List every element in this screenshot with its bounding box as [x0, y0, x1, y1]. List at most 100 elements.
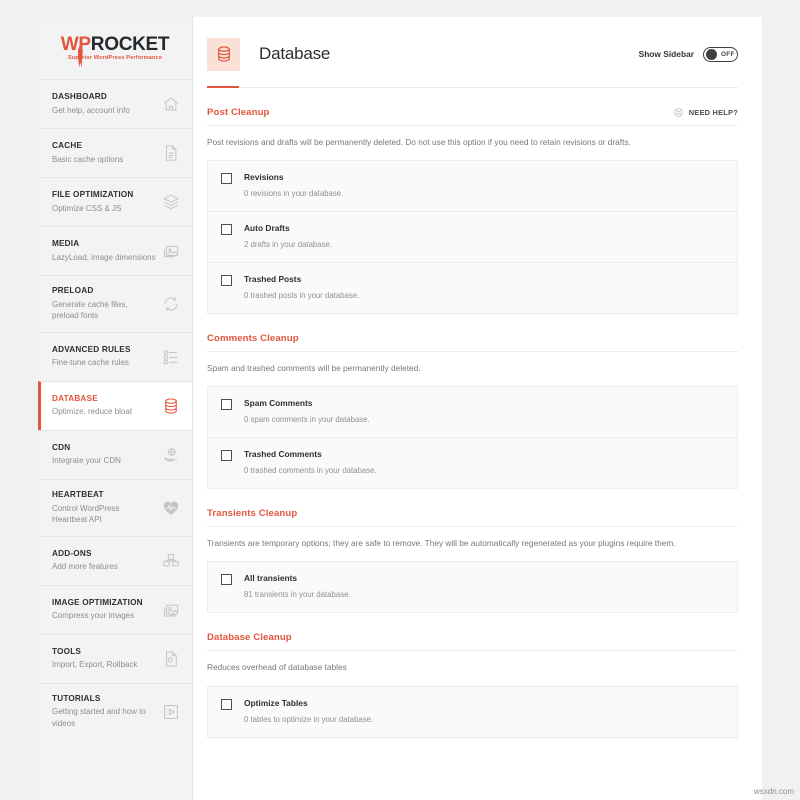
sidebar-item-sublabel: Optimize CSS & JS [52, 203, 122, 213]
sidebar-item-add-ons[interactable]: ADD-ONS Add more features [38, 535, 192, 585]
refresh-icon [160, 293, 182, 315]
option-label: Spam Comments [244, 398, 313, 409]
checkbox[interactable] [221, 574, 232, 586]
watermark: wsxdn.com [753, 787, 794, 796]
section-description: Transients are temporary options; they a… [207, 538, 676, 549]
need-help-button[interactable]: NEED HELP? [673, 107, 738, 118]
option-row[interactable]: Revisions 0 revisions in your database. [208, 161, 737, 211]
checkbox[interactable] [221, 698, 232, 710]
sidebar-item-sublabel: Get help, account info [52, 105, 130, 115]
sidebar-item-sublabel: Compress your images [52, 611, 135, 621]
section-transients-cleanup: Transients Cleanup Transients are tempora… [207, 508, 738, 614]
option-text: Trashed Comments 0 trashed comments in yo… [244, 449, 377, 477]
need-help-label: NEED HELP? [688, 108, 738, 117]
checkbox[interactable] [221, 450, 232, 462]
sidebar-item-sublabel: Generate cache files, preload fonts [52, 299, 128, 321]
sidebar-item-image-optimization[interactable]: IMAGE OPTIMIZATION Compress your images [38, 584, 192, 634]
option-text: All transients 81 transients in your data… [244, 573, 351, 601]
page-title: Database [259, 44, 331, 63]
section-header: Comments Cleanup [207, 333, 738, 352]
sidebar-item-file-optimization[interactable]: FILE OPTIMIZATION Optimize CSS & JS [38, 177, 192, 226]
option-row[interactable]: Trashed Posts 0 trashed posts in your dat… [208, 262, 737, 313]
sidebar-item-text: MEDIA LazyLoad, image dimensions [52, 239, 156, 263]
heart-pulse-icon [160, 497, 182, 519]
sidebar-item-preload[interactable]: PRELOAD Generate cache files, preload fon… [38, 275, 192, 332]
option-text: Auto Drafts 2 drafts in your database. [244, 223, 332, 251]
sidebar-item-text: HEARTBEAT Control WordPress Heartbeat API [52, 490, 156, 526]
header-divider [239, 87, 738, 88]
show-sidebar-label: Show Sidebar [638, 49, 694, 59]
option-row[interactable]: Trashed Comments 0 trashed comments in yo… [208, 437, 737, 488]
toggle-knob [706, 48, 717, 60]
sidebar-item-sublabel: Getting started and how to videos [52, 707, 146, 728]
checkbox[interactable] [221, 399, 232, 411]
sidebar-item-label: DASHBOARD [52, 91, 108, 101]
sidebar-item-text: DATABASE Optimize, reduce bloat [52, 394, 156, 418]
sidebar-item-media[interactable]: MEDIA LazyLoad, image dimensions [38, 226, 192, 275]
sidebar-item-label: TOOLS [52, 646, 82, 656]
home-icon [160, 93, 182, 115]
option-sublabel: 0 tables to optimize in your database. [244, 714, 374, 724]
option-sublabel: 81 transients in your database. [244, 590, 351, 600]
lifebuoy-icon [673, 107, 684, 118]
sidebar-item-text: DASHBOARD Get help, account info [52, 92, 156, 116]
sidebar-item-cache[interactable]: CACHE Basic cache options [38, 128, 192, 177]
checkbox[interactable] [221, 275, 232, 287]
sidebar-item-database[interactable]: DATABASE Optimize, reduce bloat [38, 380, 192, 430]
sidebar-item-tools[interactable]: TOOLS Import, Export, Rollback [38, 633, 192, 683]
option-sublabel: 0 revisions in your database. [244, 189, 344, 199]
checkbox[interactable] [221, 173, 232, 185]
option-sublabel: 0 trashed comments in your database. [244, 466, 377, 476]
gear-document-icon [160, 648, 182, 670]
app-root: WPROCKET Superior WordPress Performance … [0, 0, 800, 800]
option-row[interactable]: Auto Drafts 2 drafts in your database. [208, 211, 737, 262]
sidebar-item-label: ADVANCED RULES [52, 344, 131, 354]
sidebar-item-label: MEDIA [52, 238, 80, 248]
main-panel: Database Show Sidebar OFF Post Cleanup NE… [193, 17, 762, 800]
sidebar-item-dashboard[interactable]: DASHBOARD Get help, account info [38, 79, 192, 128]
options-group: Revisions 0 revisions in your database. Au… [207, 160, 738, 314]
option-row[interactable]: Spam Comments 0 spam comments in your dat… [208, 387, 737, 437]
option-sublabel: 0 trashed posts in your database. [244, 291, 360, 301]
show-sidebar-toggle[interactable]: OFF [703, 46, 738, 62]
layers-icon [160, 191, 182, 213]
sidebar-item-text: ADD-ONS Add more features [52, 549, 156, 573]
sidebar-item-label: PRELOAD [52, 286, 94, 295]
sidebar: WPROCKET Superior WordPress Performance … [38, 17, 193, 800]
sidebar-item-label: DATABASE [52, 393, 98, 403]
image-compress-icon [160, 599, 182, 621]
options-group: All transients 81 transients in your data… [207, 561, 738, 614]
page-header: Database Show Sidebar OFF [193, 17, 762, 77]
sidebar-item-text: TUTORIALS Getting started and how to vide… [52, 694, 156, 730]
sidebar-item-cdn[interactable]: CDN Integrate your CDN [38, 429, 192, 479]
header-actions: Show Sidebar OFF [638, 46, 738, 62]
option-label: Auto Drafts [244, 223, 290, 234]
option-row[interactable]: All transients 81 transients in your data… [208, 562, 737, 612]
section-description: Reduces overhead of database tables [207, 662, 347, 673]
section-description: Post revisions and drafts will be perman… [207, 137, 631, 147]
options-group: Spam Comments 0 spam comments in your dat… [207, 386, 738, 490]
settings-content: Post Cleanup NEED HELP? Post revisions and… [193, 107, 762, 738]
sidebar-item-sublabel: Import, Export, Rollback [52, 660, 138, 670]
sidebar-item-sublabel: Optimize, reduce bloat [52, 407, 133, 417]
brand-name-primary: WP [60, 33, 91, 55]
database-icon [207, 37, 240, 71]
sidebar-item-text: ADVANCED RULES Fine-tune cache rules [52, 345, 156, 369]
sidebar-item-text: FILE OPTIMIZATION Optimize CSS & JS [52, 190, 156, 214]
section-post-cleanup: Post Cleanup NEED HELP? Post revisions and… [207, 107, 738, 314]
sidebar-item-advanced-rules[interactable]: ADVANCED RULES Fine-tune cache rules [38, 331, 192, 381]
sidebar-item-label: IMAGE OPTIMIZATION [52, 597, 143, 607]
options-group: Optimize Tables 0 tables to optimize in y… [207, 685, 738, 738]
sidebar-item-label: HEARTBEAT [52, 489, 104, 499]
option-label: Revisions [244, 172, 284, 183]
section-header: Post Cleanup NEED HELP? [207, 107, 738, 126]
section-header: Transients Cleanup [207, 508, 738, 528]
sidebar-item-tutorials[interactable]: TUTORIALS Getting started and how to vide… [38, 682, 192, 740]
sidebar-item-text: TOOLS Import, Export, Rollback [52, 647, 156, 671]
option-row[interactable]: Optimize Tables 0 tables to optimize in y… [208, 687, 737, 737]
sidebar-item-heartbeat[interactable]: HEARTBEAT Control WordPress Heartbeat API [38, 478, 192, 536]
checkbox[interactable] [221, 224, 232, 236]
option-text: Revisions 0 revisions in your database. [244, 172, 343, 200]
document-icon [160, 142, 182, 164]
section-database-cleanup: Database Cleanup Reduces overhead of data… [207, 632, 738, 738]
